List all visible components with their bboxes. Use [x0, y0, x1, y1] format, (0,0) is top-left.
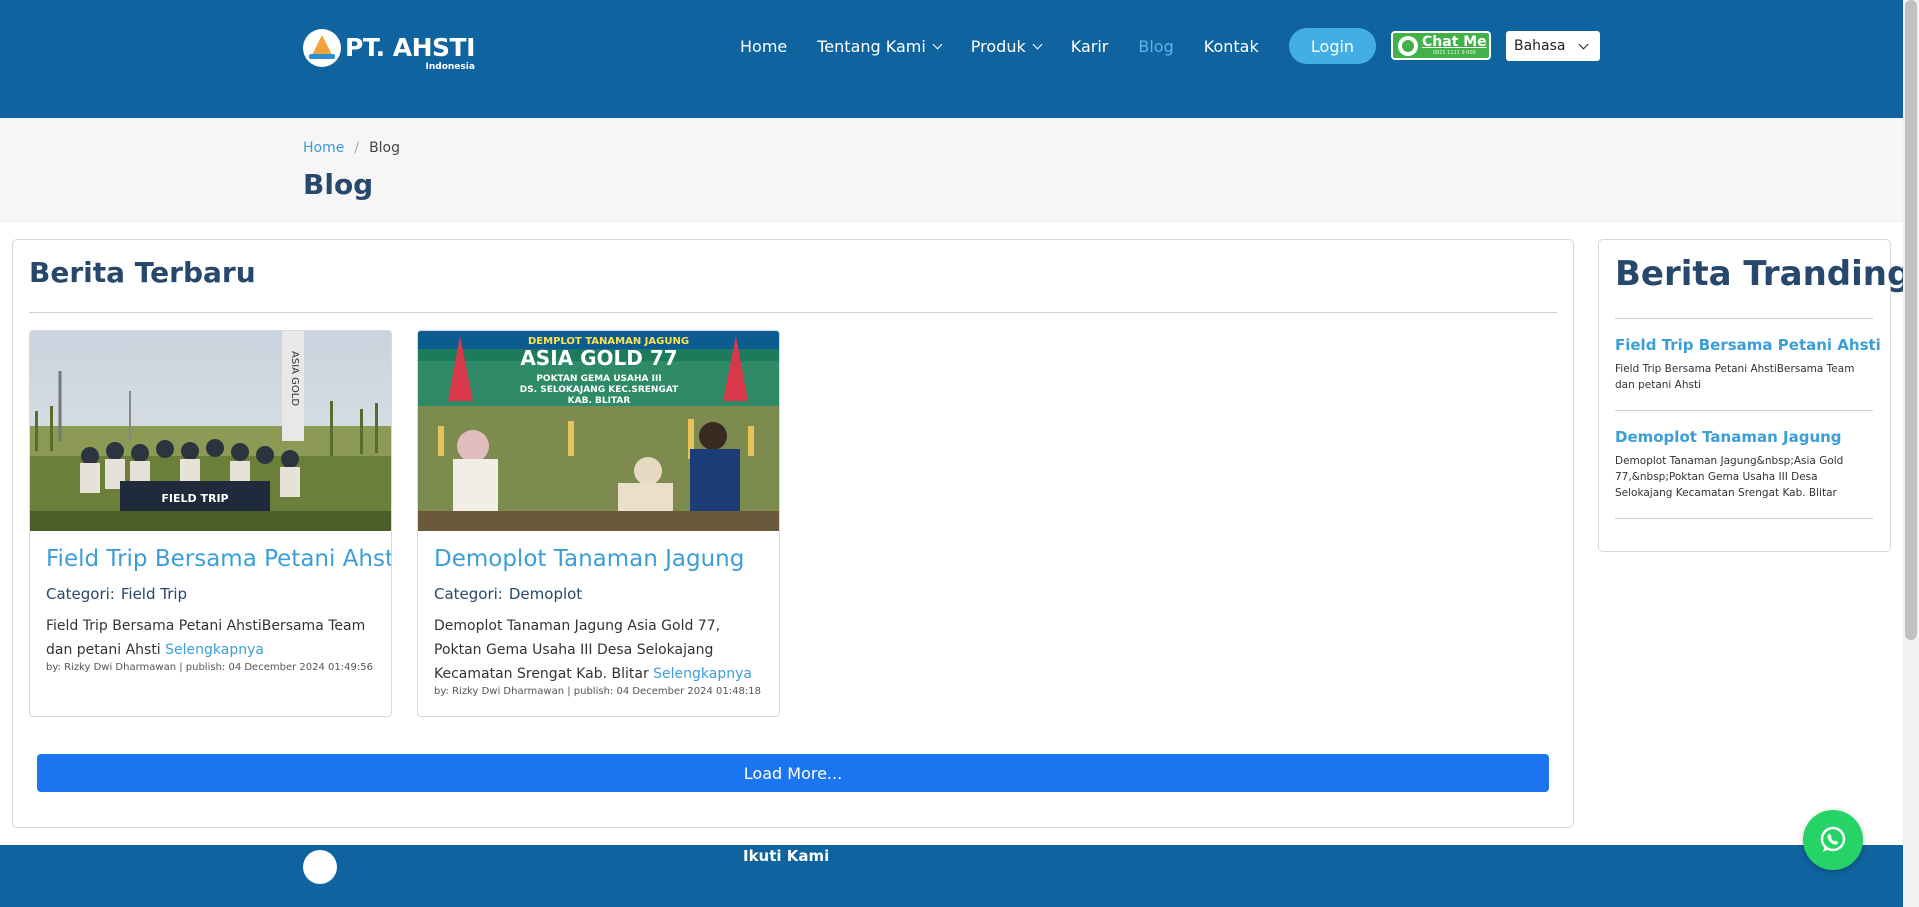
chat-me-button[interactable]: Chat Me 0821 1111 9 000	[1391, 31, 1491, 60]
trending-item-desc: Demoplot Tanaman Jagung&nbsp;Asia Gold 7…	[1615, 455, 1844, 499]
card-meta: by: Rizky Dwi Dharmawan | publish: 04 De…	[434, 686, 761, 697]
logo-mark-icon	[303, 29, 341, 67]
svg-text:FIELD TRIP: FIELD TRIP	[161, 492, 228, 505]
trending-item-title[interactable]: Field Trip Bersama Petani Ahsti	[1615, 336, 1881, 354]
read-more-link[interactable]: Selengkapnya	[653, 666, 752, 682]
whatsapp-icon	[1398, 35, 1418, 56]
card-title[interactable]: Demoplot Tanaman Jagung	[434, 546, 744, 572]
breadcrumb-home[interactable]: Home	[303, 140, 344, 156]
nav-home[interactable]: Home	[740, 37, 787, 56]
login-button[interactable]: Login	[1289, 28, 1376, 64]
footer-logo[interactable]	[303, 850, 337, 884]
breadcrumb-current: Blog	[369, 140, 401, 156]
breadcrumb: Home / Blog	[303, 140, 400, 156]
nav-blog[interactable]: Blog	[1138, 37, 1173, 56]
breadcrumb-separator: /	[354, 140, 360, 156]
nav-tentang-kami[interactable]: Tentang Kami	[817, 36, 943, 56]
site-header: PT. AHSTI Indonesia Home Tentang Kami Pr…	[0, 0, 1903, 118]
blog-card: ASIA GOLD FIELD TRIP Field Trip Bersama …	[29, 330, 392, 717]
demoplot-photo: DEMPLOT TANAMAN JAGUNG ASIA GOLD 77 POKT…	[418, 331, 779, 531]
divider	[1615, 410, 1873, 411]
nav-tentang-kami-label: Tentang Kami	[817, 36, 926, 56]
divider	[1615, 518, 1873, 519]
page-header-band	[0, 118, 1903, 223]
chevron-down-icon	[1578, 39, 1588, 49]
page-scrollbar[interactable]	[1903, 0, 1919, 907]
card-category: Categori: Demoplot	[434, 585, 582, 603]
chat-me-number: 0821 1111 9 000	[1432, 50, 1476, 56]
trending-item-title[interactable]: Demoplot Tanaman Jagung	[1615, 428, 1842, 446]
read-more-link[interactable]: Selengkapnya	[165, 642, 264, 658]
site-logo[interactable]: PT. AHSTI Indonesia	[303, 26, 475, 72]
divider	[1615, 318, 1873, 319]
card-category-label: Categori:	[434, 585, 503, 603]
card-excerpt: Field Trip Bersama Petani AhstiBersama T…	[46, 614, 381, 662]
svg-text:POKTAN GEMA USAHA III: POKTAN GEMA USAHA III	[536, 374, 661, 384]
svg-text:ASIA GOLD: ASIA GOLD	[289, 351, 300, 406]
field-trip-photo: ASIA GOLD FIELD TRIP	[30, 331, 391, 531]
language-select-label: Bahasa	[1514, 38, 1566, 54]
card-image[interactable]: ASIA GOLD FIELD TRIP	[30, 331, 391, 531]
card-category-label: Categori:	[46, 585, 115, 603]
scrollbar-thumb[interactable]	[1905, 0, 1917, 640]
divider	[29, 312, 1557, 313]
trending-panel: Berita Tranding Field Trip Bersama Petan…	[1598, 239, 1911, 552]
card-meta: by: Rizky Dwi Dharmawan | publish: 04 De…	[46, 662, 373, 673]
language-select[interactable]: Bahasa	[1506, 31, 1600, 61]
logo-text: PT. AHSTI	[345, 33, 475, 62]
nav-produk-label: Produk	[970, 36, 1026, 56]
card-image[interactable]: DEMPLOT TANAMAN JAGUNG ASIA GOLD 77 POKT…	[418, 331, 779, 531]
chat-me-label: Chat Me	[1422, 34, 1487, 50]
whatsapp-float-button[interactable]	[1803, 810, 1863, 870]
load-more-button[interactable]: Load More...	[37, 754, 1549, 792]
page-title: Blog	[303, 168, 374, 201]
card-category-value: Field Trip	[120, 585, 188, 603]
section-title: Berita Terbaru	[29, 256, 256, 289]
logo-subtext: Indonesia	[425, 62, 475, 72]
trending-item-desc: Field Trip Bersama Petani AhstiBersama T…	[1615, 363, 1855, 391]
whatsapp-icon	[1820, 826, 1846, 852]
site-footer: Ikuti Kami	[0, 845, 1903, 907]
svg-text:KAB. BLITAR: KAB. BLITAR	[568, 396, 631, 406]
chevron-down-icon	[1032, 39, 1043, 49]
card-category-value: Demoplot	[508, 585, 583, 603]
card-title[interactable]: Field Trip Bersama Petani Ahsti	[46, 546, 391, 572]
nav-kontak[interactable]: Kontak	[1204, 37, 1259, 56]
card-excerpt: Demoplot Tanaman Jagung Asia Gold 77, Po…	[434, 614, 769, 686]
nav-karir[interactable]: Karir	[1071, 37, 1109, 56]
latest-news-panel: Berita Terbaru ASIA GOLD FIELD TRIP Fiel…	[12, 239, 1574, 828]
main-nav: Home Tentang Kami Produk Karir Blog Kont…	[740, 34, 1289, 58]
sidebar-title: Berita Tranding	[1615, 254, 1912, 294]
card-category: Categori: Field Trip	[46, 585, 187, 603]
blog-card: DEMPLOT TANAMAN JAGUNG ASIA GOLD 77 POKT…	[417, 330, 780, 717]
svg-text:DS. SELOKAJANG KEC.SRENGAT: DS. SELOKAJANG KEC.SRENGAT	[520, 385, 679, 395]
nav-produk[interactable]: Produk	[970, 36, 1043, 56]
chevron-down-icon	[932, 39, 943, 49]
svg-text:ASIA GOLD 77: ASIA GOLD 77	[520, 346, 677, 370]
footer-follow-label: Ikuti Kami	[743, 847, 830, 865]
